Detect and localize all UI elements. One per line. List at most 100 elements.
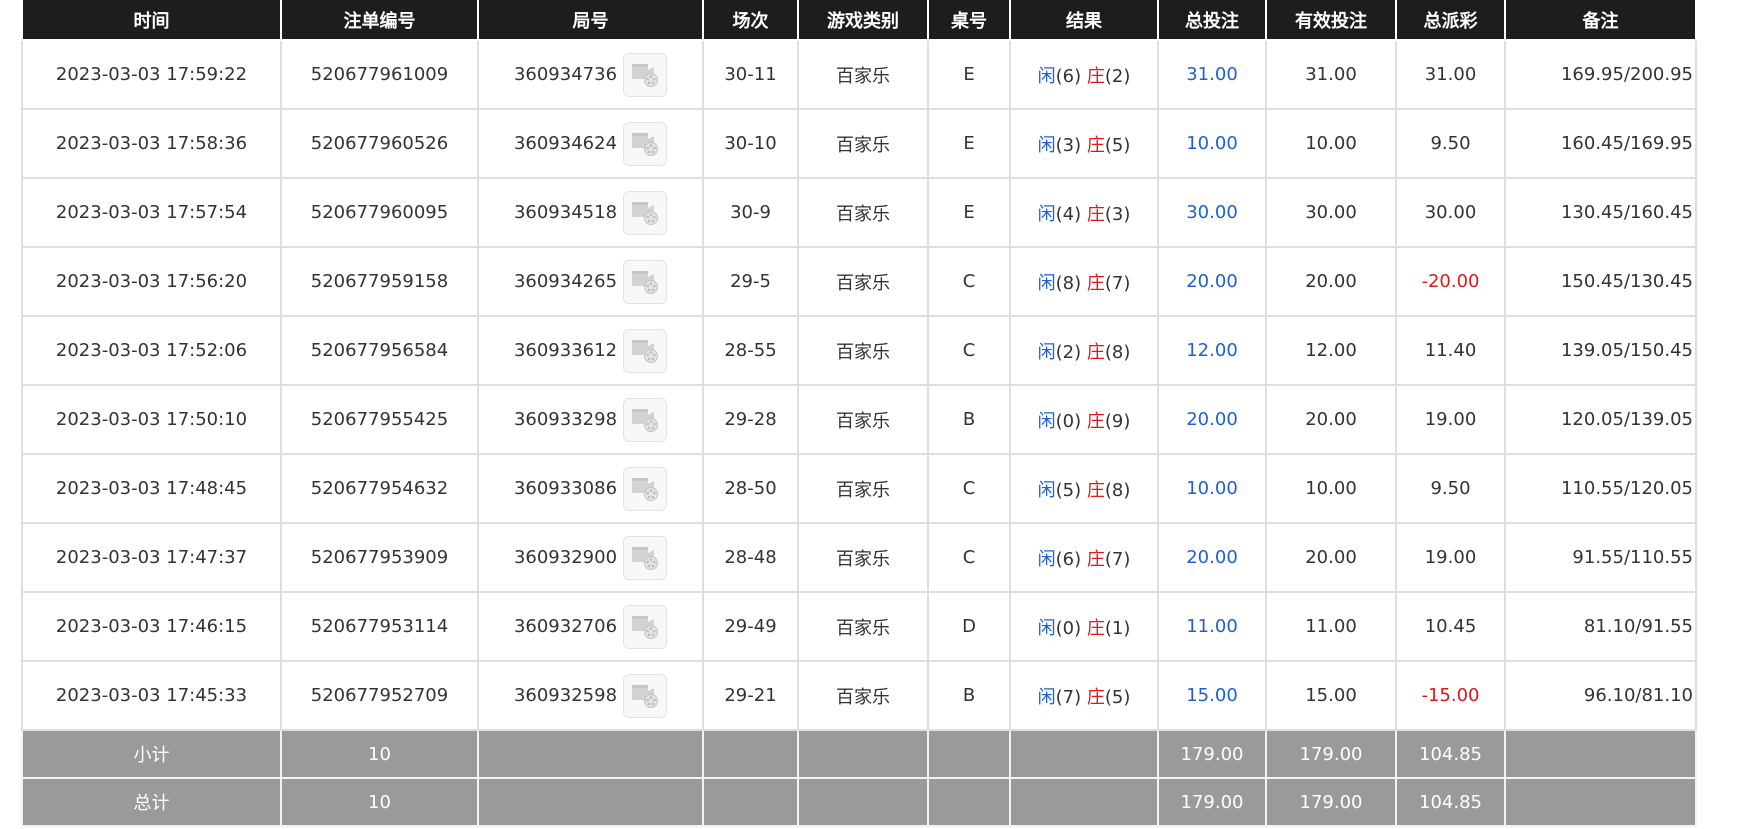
banker-label: 庄 <box>1086 548 1105 570</box>
cell-valid-bet: 10.00 <box>1265 453 1397 524</box>
cell-valid-bet: 12.00 <box>1265 315 1397 386</box>
cell-session: 28-48 <box>702 522 799 593</box>
banker-points: (9) <box>1104 410 1131 432</box>
table-row: 2023-03-03 17:56:20 520677959158 3609342… <box>21 246 1697 317</box>
player-points: (6) <box>1055 65 1082 87</box>
banker-label: 庄 <box>1086 203 1105 225</box>
round-number: 360934265 <box>513 271 618 292</box>
cell-time: 2023-03-03 17:52:06 <box>21 315 282 386</box>
player-points: (7) <box>1055 686 1082 708</box>
cell-session: 29-5 <box>702 246 799 317</box>
banker-points: (2) <box>1104 65 1131 87</box>
cell-game-type: 百家乐 <box>797 660 929 731</box>
round-number: 360932598 <box>513 685 618 706</box>
round-number: 360934736 <box>513 64 618 85</box>
cell-valid-bet: 30.00 <box>1265 177 1397 248</box>
cell-bet-id: 520677955425 <box>280 384 479 455</box>
cell-valid-bet: 20.00 <box>1265 522 1397 593</box>
cell-result: 闲(3) 庄(5) <box>1009 108 1159 179</box>
cell-table-no: D <box>927 591 1011 662</box>
banker-label: 庄 <box>1086 272 1105 294</box>
cell-bet-id: 520677960526 <box>280 108 479 179</box>
table-row: 2023-03-03 17:46:15 520677953114 3609327… <box>21 591 1697 662</box>
video-replay-icon[interactable] <box>623 121 668 166</box>
cell-remark: 120.05/139.05 <box>1504 384 1697 455</box>
cell-bet-id: 520677961009 <box>280 39 479 110</box>
cell-round: 360933298 <box>477 384 704 455</box>
video-replay-icon[interactable] <box>623 52 668 97</box>
banker-points: (5) <box>1104 686 1131 708</box>
player-label: 闲 <box>1037 272 1056 294</box>
subtotal-empty-cell <box>927 729 1011 779</box>
cell-time: 2023-03-03 17:46:15 <box>21 591 282 662</box>
video-replay-icon[interactable] <box>623 466 668 511</box>
banker-label: 庄 <box>1086 65 1105 87</box>
subtotal-empty-cell <box>1504 729 1697 779</box>
cell-remark: 150.45/130.45 <box>1504 246 1697 317</box>
cell-table-no: B <box>927 660 1011 731</box>
video-replay-icon[interactable] <box>623 604 668 649</box>
header-payout: 总派彩 <box>1395 0 1506 41</box>
player-label: 闲 <box>1037 65 1056 87</box>
cell-time: 2023-03-03 17:47:37 <box>21 522 282 593</box>
cell-time: 2023-03-03 17:45:33 <box>21 660 282 731</box>
player-label: 闲 <box>1037 548 1056 570</box>
cell-remark: 139.05/150.45 <box>1504 315 1697 386</box>
table-row: 2023-03-03 17:59:22 520677961009 3609347… <box>21 39 1697 110</box>
video-replay-icon[interactable] <box>623 535 668 580</box>
cell-table-no: B <box>927 384 1011 455</box>
player-label: 闲 <box>1037 341 1056 363</box>
cell-bet-id: 520677959158 <box>280 246 479 317</box>
video-replay-icon[interactable] <box>623 328 668 373</box>
table-row: 2023-03-03 17:48:45 520677954632 3609330… <box>21 453 1697 524</box>
subtotal-label: 小计 <box>21 729 282 779</box>
cell-time: 2023-03-03 17:57:54 <box>21 177 282 248</box>
cell-time: 2023-03-03 17:50:10 <box>21 384 282 455</box>
cell-payout: 30.00 <box>1395 177 1506 248</box>
video-replay-icon[interactable] <box>623 190 668 235</box>
cell-game-type: 百家乐 <box>797 453 929 524</box>
video-replay-icon[interactable] <box>623 673 668 718</box>
video-replay-icon[interactable] <box>623 259 668 304</box>
player-points: (0) <box>1055 410 1082 432</box>
total-empty-cell <box>797 777 929 827</box>
cell-bet-id: 520677954632 <box>280 453 479 524</box>
subtotal-empty-cell <box>1009 729 1159 779</box>
cell-total-bet: 11.00 <box>1157 591 1267 662</box>
cell-game-type: 百家乐 <box>797 246 929 317</box>
cell-payout: 11.40 <box>1395 315 1506 386</box>
subtotal-count: 10 <box>280 729 479 779</box>
cell-remark: 96.10/81.10 <box>1504 660 1697 731</box>
subtotal-payout: 104.85 <box>1395 729 1506 779</box>
cell-total-bet: 10.00 <box>1157 453 1267 524</box>
total-row: 总计 10 179.00 179.00 104.85 <box>21 777 1697 827</box>
table-row: 2023-03-03 17:50:10 520677955425 3609332… <box>21 384 1697 455</box>
cell-valid-bet: 20.00 <box>1265 246 1397 317</box>
cell-time: 2023-03-03 17:59:22 <box>21 39 282 110</box>
player-label: 闲 <box>1037 134 1056 156</box>
round-number: 360932706 <box>513 616 618 637</box>
header-round: 局号 <box>477 0 704 41</box>
header-session: 场次 <box>702 0 799 41</box>
cell-total-bet: 10.00 <box>1157 108 1267 179</box>
cell-game-type: 百家乐 <box>797 177 929 248</box>
player-label: 闲 <box>1037 203 1056 225</box>
cell-table-no: C <box>927 315 1011 386</box>
cell-total-bet: 31.00 <box>1157 39 1267 110</box>
cell-payout: 10.45 <box>1395 591 1506 662</box>
cell-round: 360933612 <box>477 315 704 386</box>
player-points: (2) <box>1055 341 1082 363</box>
video-replay-icon[interactable] <box>623 397 668 442</box>
cell-bet-id: 520677953909 <box>280 522 479 593</box>
cell-session: 30-11 <box>702 39 799 110</box>
cell-table-no: E <box>927 39 1011 110</box>
cell-payout: 9.50 <box>1395 453 1506 524</box>
cell-bet-id: 520677953114 <box>280 591 479 662</box>
cell-session: 29-21 <box>702 660 799 731</box>
banker-points: (7) <box>1104 272 1131 294</box>
player-points: (5) <box>1055 479 1082 501</box>
cell-result: 闲(2) 庄(8) <box>1009 315 1159 386</box>
cell-remark: 130.45/160.45 <box>1504 177 1697 248</box>
subtotal-row: 小计 10 179.00 179.00 104.85 <box>21 729 1697 779</box>
cell-valid-bet: 15.00 <box>1265 660 1397 731</box>
